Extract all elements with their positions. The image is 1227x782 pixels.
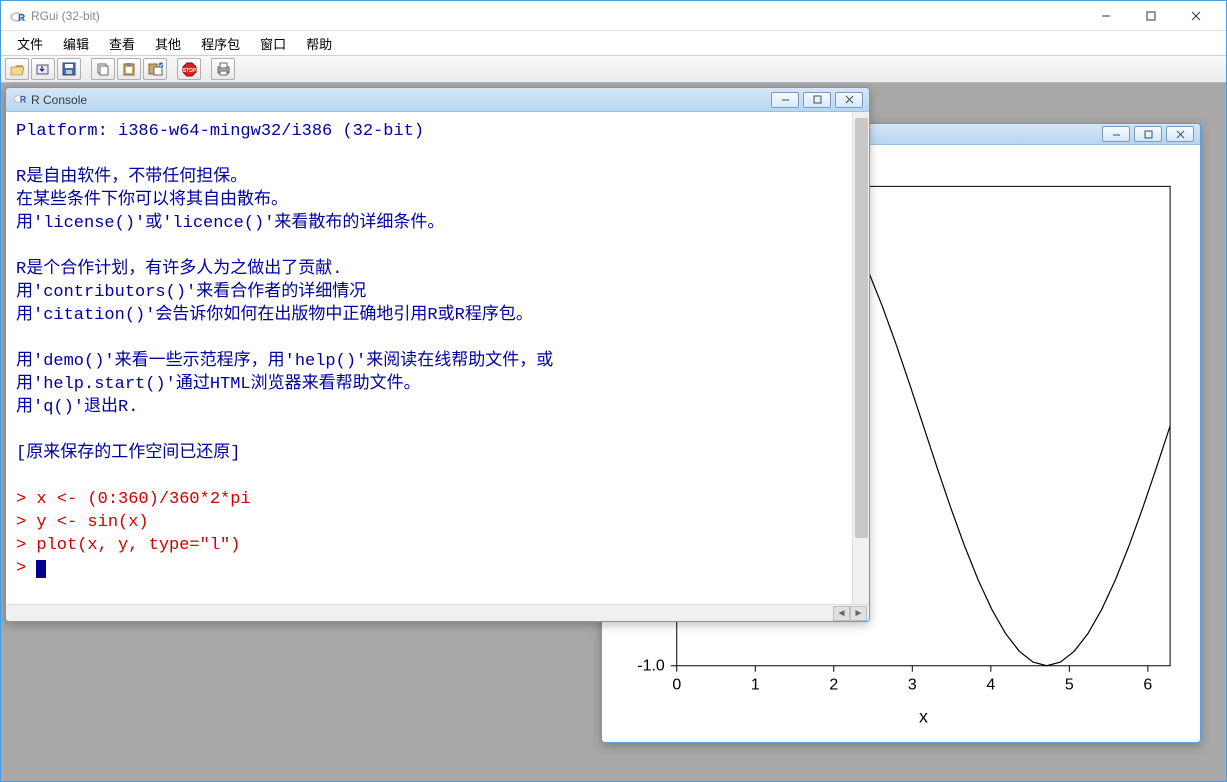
toolbar-paste-icon[interactable]: [117, 58, 141, 80]
r-child-icon: R: [12, 91, 26, 108]
toolbar-save-icon[interactable]: [57, 58, 81, 80]
console-body[interactable]: Platform: i386-w64-mingw32/i386 (32-bit)…: [6, 112, 869, 604]
r-app-icon: R: [9, 8, 25, 24]
toolbar-copy-paste-icon[interactable]: [143, 58, 167, 80]
console-close-button[interactable]: [835, 92, 863, 108]
console-scroll-thumb[interactable]: [855, 118, 868, 538]
rgui-main-window: R RGui (32-bit) 文件 编辑 查看 其他 程序包 窗口 帮助 ST…: [0, 0, 1227, 782]
menu-help[interactable]: 帮助: [298, 32, 340, 55]
toolbar-print-icon[interactable]: [211, 58, 235, 80]
console-titlebar[interactable]: R R Console: [6, 88, 869, 112]
svg-text:x: x: [919, 707, 928, 727]
svg-text:5: 5: [1065, 677, 1074, 694]
console-maximize-button[interactable]: [803, 92, 831, 108]
console-horizontal-scrollbar[interactable]: ◄ ►: [6, 604, 869, 621]
svg-text:STOP: STOP: [182, 68, 196, 74]
r-console-window[interactable]: R R Console Platform: i386-w64-mingw32/i…: [5, 87, 870, 622]
menu-file[interactable]: 文件: [9, 32, 51, 55]
menubar: 文件 编辑 查看 其他 程序包 窗口 帮助: [1, 31, 1226, 55]
toolbar: STOP: [1, 55, 1226, 83]
menu-edit[interactable]: 编辑: [55, 32, 97, 55]
svg-text:4: 4: [986, 677, 995, 694]
mdi-client-area: R R Graphics: Device 2 (ACTIVE) 0123456-…: [1, 83, 1226, 781]
graphics-close-button[interactable]: [1166, 126, 1194, 142]
svg-text:6: 6: [1143, 677, 1152, 694]
toolbar-stop-icon[interactable]: STOP: [177, 58, 201, 80]
svg-text:R: R: [18, 13, 25, 24]
menu-windows[interactable]: 窗口: [252, 32, 294, 55]
menu-packages[interactable]: 程序包: [193, 32, 248, 55]
console-minimize-button[interactable]: [771, 92, 799, 108]
svg-text:-1.0: -1.0: [637, 658, 665, 675]
graphics-minimize-button[interactable]: [1102, 126, 1130, 142]
svg-text:2: 2: [829, 677, 838, 694]
scroll-left-arrow-icon[interactable]: ◄: [833, 606, 850, 621]
main-title: RGui (32-bit): [31, 9, 100, 23]
console-vertical-scrollbar[interactable]: [852, 112, 869, 604]
toolbar-copy-icon[interactable]: [91, 58, 115, 80]
maximize-button[interactable]: [1128, 2, 1173, 30]
svg-text:0: 0: [672, 677, 681, 694]
svg-text:3: 3: [908, 677, 917, 694]
minimize-button[interactable]: [1083, 2, 1128, 30]
toolbar-load-workspace-icon[interactable]: [31, 58, 55, 80]
close-button[interactable]: [1173, 2, 1218, 30]
scroll-right-arrow-icon[interactable]: ►: [850, 606, 867, 621]
toolbar-open-icon[interactable]: [5, 58, 29, 80]
menu-misc[interactable]: 其他: [147, 32, 189, 55]
main-titlebar[interactable]: R RGui (32-bit): [1, 1, 1226, 31]
graphics-maximize-button[interactable]: [1134, 126, 1162, 142]
svg-text:R: R: [20, 94, 26, 104]
console-output[interactable]: Platform: i386-w64-mingw32/i386 (32-bit)…: [6, 112, 869, 586]
svg-text:1: 1: [751, 677, 760, 694]
console-title-text: R Console: [31, 93, 87, 107]
menu-view[interactable]: 查看: [101, 32, 143, 55]
